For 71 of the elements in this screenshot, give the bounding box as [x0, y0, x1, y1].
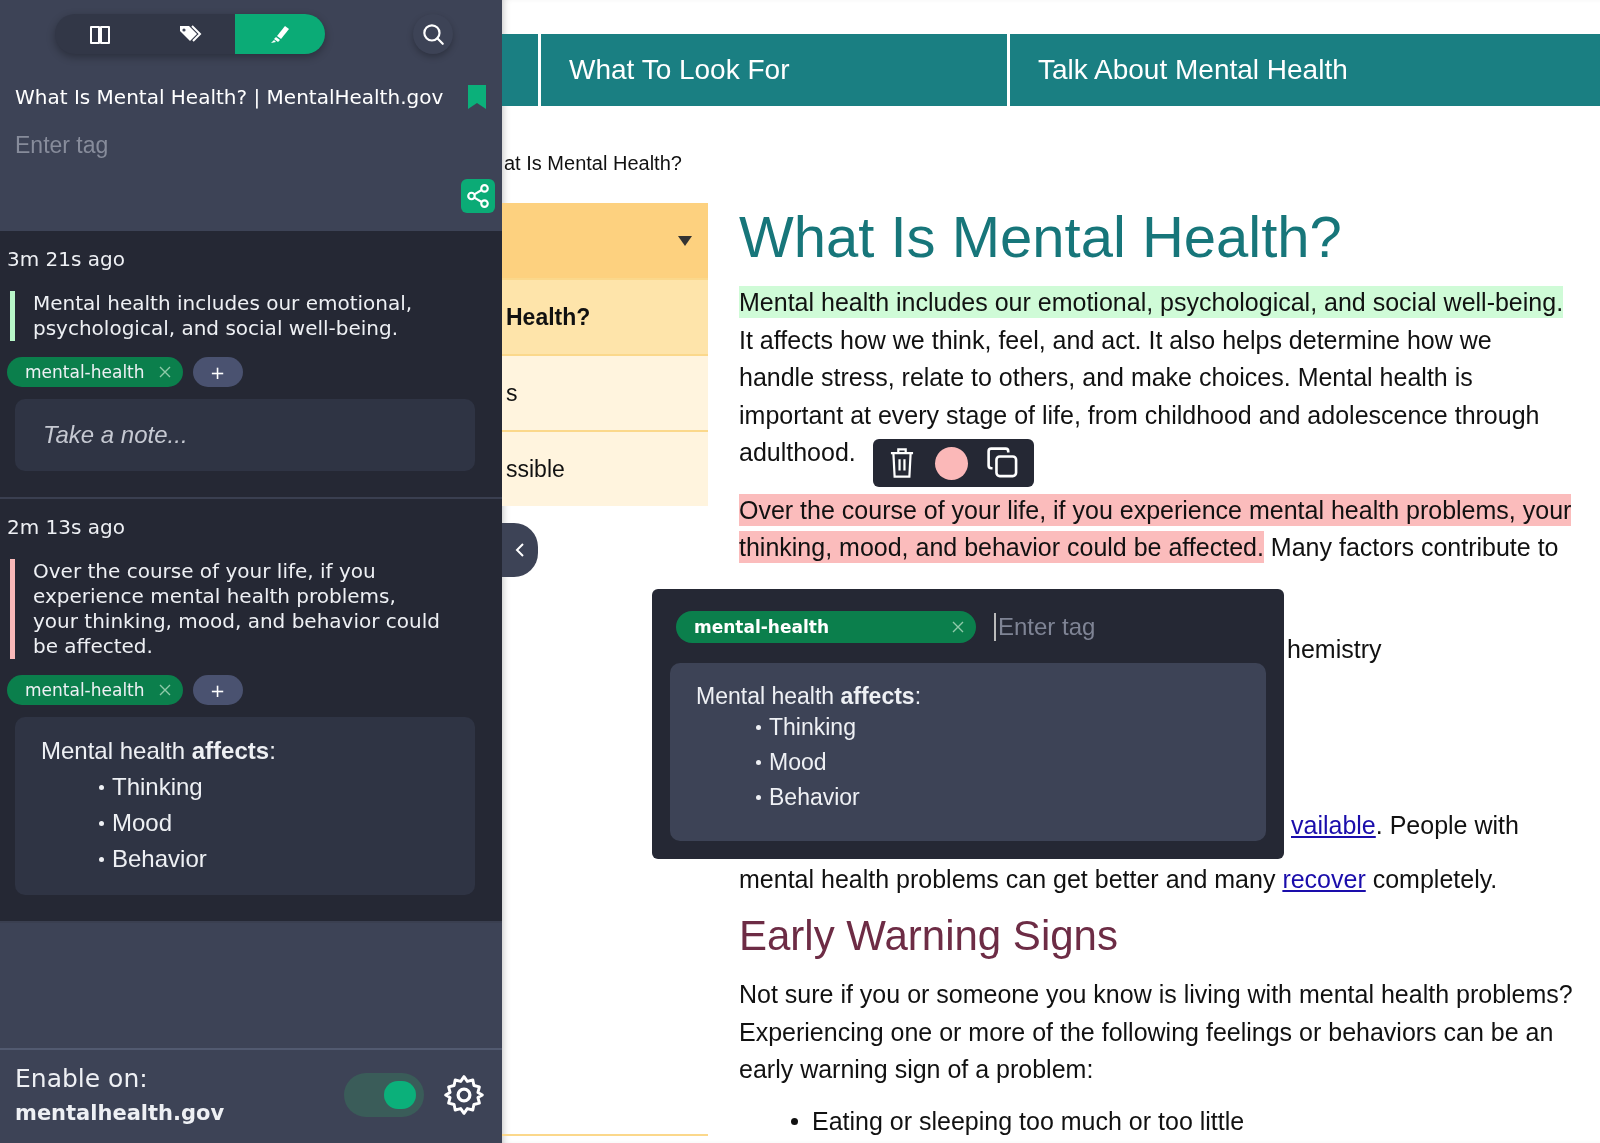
tab[interactable] [235, 14, 325, 54]
search-icon [420, 21, 446, 47]
list-item: Mood [112, 808, 173, 838]
page-title: What Is Mental Health? | MentalHealth.gov [15, 85, 444, 109]
note-card[interactable]: Mental health affects: Thinking Mood Behavior [15, 717, 475, 895]
tag-chip[interactable]: mental-health [676, 611, 976, 643]
tag-input[interactable]: Enter tag [15, 132, 315, 159]
bullet-icon [99, 820, 104, 826]
tag-label: mental-health [694, 617, 829, 637]
paragraph: Not sure if you or someone you know is living with mental health problems? Experiencing one or more of the following feelings or behaviors can be an early warning sign of a problem: [739, 979, 1574, 1085]
menu-item[interactable]: Health? [502, 278, 708, 354]
text-fragment: completely. [1371, 864, 1498, 893]
collapse-button[interactable] [502, 523, 538, 577]
nav-tab[interactable]: What To Look For [541, 34, 1007, 106]
add-tag-button[interactable]: + [192, 357, 243, 387]
close-icon[interactable] [158, 366, 171, 378]
link[interactable]: recover [1282, 864, 1366, 893]
list-item: Behavior [112, 844, 207, 874]
text-fragment: . People with [1375, 811, 1519, 839]
bullet-icon [99, 784, 104, 790]
share-button[interactable] [461, 179, 495, 213]
timestamp: 2m 13s ago [7, 515, 126, 539]
enable-label: Enable on: [15, 1064, 149, 1093]
list-item: Thinking [112, 772, 203, 802]
bullet-icon [756, 725, 761, 730]
settings-button[interactable] [442, 1072, 486, 1117]
highlight-quote: Over the course of your life, if you experience mental health problems, your thinking, mood, and behavior could be affected. [10, 559, 443, 659]
highlight-quote: Mental health includes our emotional, psychological, and social well-being. [10, 291, 443, 341]
color-swatch[interactable] [935, 446, 968, 480]
link[interactable]: vailable [1291, 811, 1376, 839]
list-item: Eating or sleeping too much or too little [812, 1106, 1245, 1136]
text-fragment: hemistry [1287, 633, 1382, 665]
page-heading: What Is Mental Health? [739, 203, 1343, 270]
paragraph: Over the course of your life, if you experience mental health problems, your thinking, mood, and behavior could be affected. Many factors contribute to [739, 492, 1573, 565]
tag-chip[interactable]: mental-health [7, 357, 183, 387]
site-name: mentalhealth.gov [15, 1101, 226, 1125]
caret-icon [678, 235, 692, 246]
text-fragment: mental health problems can get better and many [739, 864, 1277, 893]
copy-button[interactable] [986, 446, 1020, 480]
toggle-switch[interactable] [344, 1072, 424, 1117]
tag-label: mental-health [25, 680, 145, 700]
bullet-icon [791, 1117, 798, 1125]
list-item: Thinking [769, 713, 856, 742]
note-title: Mental health affects: [40, 736, 277, 765]
share-icon [465, 183, 491, 209]
note-field[interactable]: Take a note... [15, 399, 475, 471]
chevron-left-icon [514, 542, 526, 558]
nav-tab[interactable]: Talk About Mental Health [1010, 34, 1600, 106]
list-item: Behavior [769, 783, 860, 812]
search-button[interactable] [413, 14, 453, 54]
bullet-icon [756, 795, 761, 800]
settings-icon [442, 1072, 486, 1117]
menu-item[interactable]: s [502, 354, 708, 430]
close-icon[interactable] [158, 684, 171, 696]
tag-input[interactable]: Enter tag [994, 613, 1198, 641]
bullet-icon [99, 856, 104, 862]
menu-item[interactable]: ssible [502, 430, 708, 506]
list-item: Mood [769, 748, 827, 777]
section-heading: Early Warning Signs [739, 912, 1119, 960]
tag-chip[interactable]: mental-health [7, 675, 183, 705]
bullet-icon [756, 760, 761, 765]
note-title: Mental health affects: [695, 682, 923, 710]
bookmark-icon[interactable] [467, 84, 487, 110]
timestamp: 3m 21s ago [7, 247, 126, 271]
tag-label: mental-health [25, 362, 145, 382]
copy-icon [986, 446, 1020, 480]
close-icon[interactable] [952, 621, 964, 633]
breadcrumb-link[interactable]: at Is Mental Health? [504, 152, 1600, 175]
add-tag-button[interactable]: + [192, 675, 243, 705]
paragraph: Mental health includes our emotional, psychological, and social well-being. It affects how we think, feel, and act. It also helps determine how we handle stress, relate to others, and make choices. Mental health is important at every stage of life, from childhood and adolescence through adulthood. [739, 285, 1565, 468]
note-card[interactable]: Mental health affects: Thinking Mood Behavior [670, 663, 1266, 841]
